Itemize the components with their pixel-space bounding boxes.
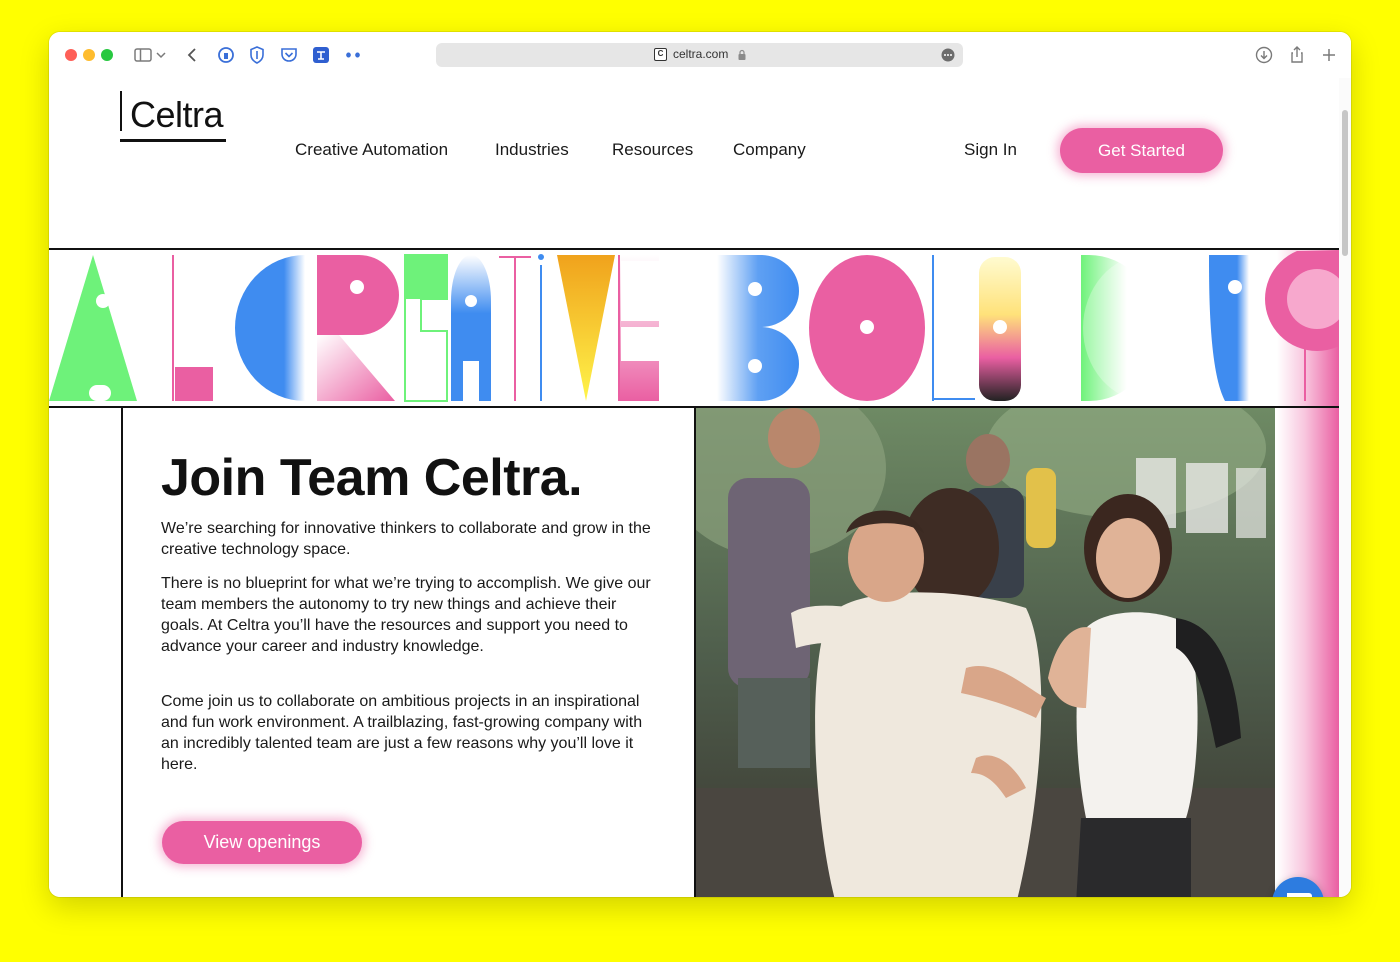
minimize-window-button[interactable] bbox=[83, 49, 95, 61]
pocket-icon[interactable] bbox=[279, 45, 299, 65]
vertical-scrollbar[interactable] bbox=[1339, 78, 1351, 897]
logo-underline bbox=[120, 139, 226, 142]
close-window-button[interactable] bbox=[65, 49, 77, 61]
sidebar-icon[interactable] bbox=[133, 45, 153, 65]
lock-icon bbox=[738, 49, 746, 60]
autonomy-paragraph: There is no blueprint for what we’re try… bbox=[161, 575, 651, 655]
intro-paragraph: We’re searching for innovative thinkers … bbox=[161, 520, 651, 558]
celtra-logo[interactable]: Celtra bbox=[119, 90, 229, 142]
back-icon[interactable] bbox=[183, 45, 203, 65]
new-tab-icon[interactable] bbox=[1319, 45, 1339, 65]
nav-industries[interactable]: Industries bbox=[495, 140, 569, 160]
download-icon[interactable] bbox=[1254, 45, 1274, 65]
left-grid-line bbox=[121, 408, 123, 897]
chat-button[interactable] bbox=[1272, 877, 1324, 897]
nav-creative-automation[interactable]: Creative Automation bbox=[295, 140, 448, 160]
site-favicon-icon: C bbox=[654, 48, 667, 61]
translate-icon[interactable] bbox=[311, 45, 331, 65]
banner-top-border bbox=[49, 248, 1339, 250]
logo-text: Celtra bbox=[130, 94, 224, 135]
shield-icon[interactable] bbox=[247, 45, 267, 65]
share-icon[interactable] bbox=[1287, 45, 1307, 65]
join-paragraph: Come join us to collaborate on ambitious… bbox=[161, 693, 643, 773]
url-text: celtra.com bbox=[673, 47, 729, 61]
extension-icon[interactable] bbox=[343, 45, 363, 65]
nav-company[interactable]: Company bbox=[733, 140, 806, 160]
web-page: Celtra Creative Automation Industries Re… bbox=[49, 78, 1339, 897]
team-photo-illustration bbox=[696, 408, 1275, 897]
privacy-icon[interactable] bbox=[216, 45, 236, 65]
view-openings-button[interactable]: View openings bbox=[162, 821, 362, 864]
nav-resources[interactable]: Resources bbox=[612, 140, 693, 160]
page-title: Join Team Celtra. bbox=[161, 449, 583, 507]
chevron-down-icon[interactable] bbox=[155, 45, 167, 65]
banner-letters-graphic bbox=[49, 251, 1339, 402]
scrollbar-thumb[interactable] bbox=[1342, 110, 1348, 256]
more-icon[interactable] bbox=[941, 48, 955, 62]
get-started-button[interactable]: Get Started bbox=[1060, 128, 1223, 173]
chat-icon bbox=[1287, 893, 1312, 897]
browser-toolbar: C celtra.com bbox=[49, 32, 1351, 78]
address-bar[interactable]: C celtra.com bbox=[436, 43, 963, 67]
browser-window: C celtra.com Celtra Creative Automation … bbox=[49, 32, 1351, 897]
team-hug-photo bbox=[696, 408, 1275, 897]
sign-in-link[interactable]: Sign In bbox=[964, 140, 1017, 160]
logo-bar bbox=[120, 91, 122, 131]
maximize-window-button[interactable] bbox=[101, 49, 113, 61]
creative-builders-banner bbox=[49, 251, 1339, 404]
